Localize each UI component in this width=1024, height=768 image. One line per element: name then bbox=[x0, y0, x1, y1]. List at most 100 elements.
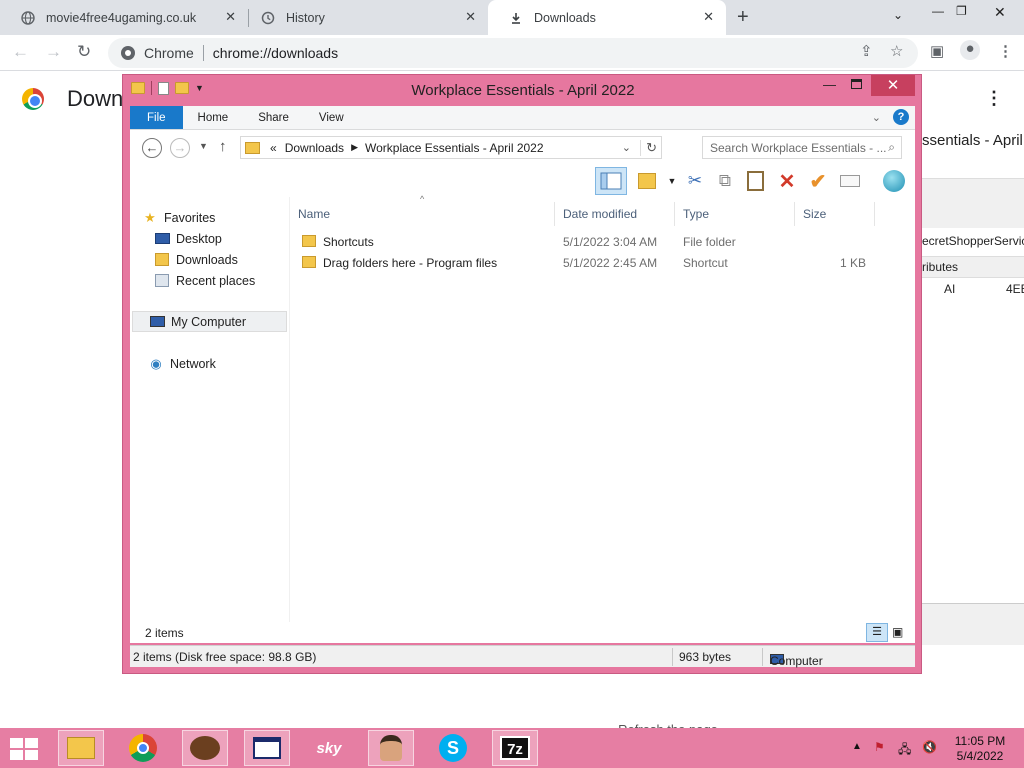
tab-view[interactable]: View bbox=[304, 106, 359, 129]
tab-title: movie4free4ugaming.co.uk bbox=[46, 10, 197, 25]
forward-button[interactable]: → bbox=[170, 138, 190, 158]
profile-avatar-icon[interactable]: ● bbox=[960, 40, 980, 60]
network-icon: ◉ bbox=[150, 355, 162, 371]
action-center-flag-icon[interactable]: ⚑ bbox=[874, 740, 885, 754]
breadcrumb-current[interactable]: Workplace Essentials - April 2022 bbox=[365, 141, 544, 155]
show-hidden-icons-icon[interactable]: ▲ bbox=[852, 741, 862, 752]
nav-my-computer[interactable]: My Computer bbox=[132, 311, 287, 332]
copy-icon[interactable]: ⧉ bbox=[713, 169, 737, 193]
network-tray-icon[interactable]: 🖧 bbox=[898, 740, 911, 761]
background-footer bbox=[922, 603, 1024, 645]
minimize-button[interactable]: — bbox=[823, 77, 836, 92]
volume-muted-icon[interactable]: 🔇 bbox=[922, 740, 937, 754]
browser-menu-icon[interactable]: ⋮ bbox=[998, 42, 1013, 60]
breadcrumb-separator-icon[interactable]: ▶ bbox=[351, 142, 358, 153]
breadcrumb-overflow[interactable]: « bbox=[270, 141, 277, 155]
paste-icon[interactable] bbox=[743, 169, 767, 193]
window-icon[interactable] bbox=[244, 730, 290, 766]
forward-icon[interactable]: → bbox=[45, 42, 62, 62]
desktop-icon bbox=[154, 232, 170, 246]
7zip-icon[interactable]: 7z bbox=[492, 730, 538, 766]
cut-icon[interactable]: ✂ bbox=[683, 169, 707, 193]
nav-desktop[interactable]: Desktop bbox=[154, 228, 312, 249]
chrome-icon[interactable] bbox=[120, 730, 166, 766]
reload-icon[interactable]: ↻ bbox=[77, 42, 91, 62]
restore-icon[interactable]: ❐ bbox=[956, 4, 967, 18]
side-panel-icon[interactable]: ▣ bbox=[930, 42, 944, 60]
tab-home[interactable]: Home bbox=[183, 106, 244, 129]
help-icon[interactable]: ? bbox=[893, 109, 909, 125]
breadcrumb-downloads[interactable]: Downloads bbox=[285, 141, 344, 155]
maximize-button[interactable] bbox=[851, 79, 862, 89]
nav-recent-places[interactable]: Recent places bbox=[154, 270, 312, 291]
recent-places-icon bbox=[154, 274, 170, 288]
sky-icon[interactable]: sky bbox=[306, 730, 352, 766]
large-icons-view-icon[interactable]: ▣ bbox=[892, 625, 903, 639]
search-box[interactable]: Search Workplace Essentials - ... ⌕ bbox=[702, 136, 902, 159]
nav-downloads[interactable]: Downloads bbox=[154, 249, 312, 270]
checkmark-icon[interactable]: ✔ bbox=[806, 169, 830, 193]
browser-tabstrip: movie4free4ugaming.co.uk ✕ History ✕ Dow… bbox=[0, 0, 1024, 35]
column-date-modified[interactable]: Date modified bbox=[555, 202, 675, 226]
preview-pane-icon[interactable] bbox=[595, 167, 627, 195]
close-button[interactable]: ✕ bbox=[871, 75, 915, 96]
close-window-icon[interactable]: ✕ bbox=[994, 4, 1006, 21]
file-type: File folder bbox=[683, 235, 736, 249]
nav-network[interactable]: ◉ Network bbox=[148, 353, 306, 374]
search-icon[interactable]: ⌕ bbox=[888, 140, 895, 155]
minimize-icon[interactable]: — bbox=[932, 4, 944, 18]
recent-locations-icon[interactable]: ▼ bbox=[199, 141, 208, 151]
tab-downloads[interactable]: Downloads ✕ bbox=[488, 0, 726, 35]
options-dropdown-icon[interactable]: ▼ bbox=[660, 169, 684, 193]
close-tab-icon[interactable]: ✕ bbox=[703, 9, 714, 25]
back-button[interactable]: ← bbox=[142, 138, 162, 158]
folder-icon bbox=[302, 235, 316, 247]
address-bar[interactable]: Chrome chrome://downloads bbox=[108, 38, 918, 68]
file-explorer-icon[interactable] bbox=[58, 730, 104, 766]
globe-network-icon[interactable] bbox=[882, 169, 906, 193]
share-icon[interactable]: ⇪ bbox=[860, 42, 873, 60]
system-clock[interactable]: 11:05 PM 5/4/2022 bbox=[940, 734, 1020, 764]
address-dropdown-icon[interactable]: ⌄ bbox=[622, 141, 631, 154]
close-tab-icon[interactable]: ✕ bbox=[225, 9, 236, 25]
tab-search-chevron-icon[interactable]: ⌄ bbox=[893, 8, 903, 22]
chrome-logo-icon bbox=[22, 88, 44, 110]
computer-icon bbox=[149, 315, 165, 329]
column-size[interactable]: Size bbox=[795, 202, 875, 226]
tab-movie4free[interactable]: movie4free4ugaming.co.uk ✕ bbox=[0, 0, 248, 35]
address-breadcrumb[interactable]: « Downloads ▶ Workplace Essentials - Apr… bbox=[240, 136, 662, 159]
background-cells: AI 4EB bbox=[922, 282, 1024, 304]
disk-free-space: 2 items (Disk free space: 98.8 GB) bbox=[133, 650, 317, 664]
selection-size: 963 bytes bbox=[679, 650, 732, 664]
details-view-icon[interactable]: ☰ bbox=[866, 623, 888, 642]
expand-ribbon-icon[interactable]: ⌄ bbox=[872, 111, 881, 124]
delete-icon[interactable]: ✕ bbox=[775, 169, 799, 193]
up-button[interactable]: ↑ bbox=[219, 138, 227, 155]
rename-icon[interactable] bbox=[838, 169, 862, 193]
file-row[interactable]: Shortcuts 5/1/2022 3:04 AM File folder bbox=[290, 232, 890, 253]
close-tab-icon[interactable]: ✕ bbox=[465, 9, 476, 25]
history-icon bbox=[260, 10, 276, 26]
column-name[interactable]: Name bbox=[290, 202, 555, 226]
person-icon[interactable] bbox=[368, 730, 414, 766]
file-row[interactable]: Drag folders here - Program files 5/1/20… bbox=[290, 253, 890, 274]
back-icon[interactable]: ← bbox=[12, 42, 29, 62]
bookmark-star-icon[interactable]: ☆ bbox=[890, 42, 903, 60]
tab-file[interactable]: File bbox=[130, 106, 183, 129]
nav-favorites[interactable]: ★ Favorites bbox=[142, 207, 300, 228]
folder-options-icon[interactable] bbox=[635, 169, 659, 193]
clock-time: 11:05 PM bbox=[954, 734, 1006, 748]
window-title: Workplace Essentials - April 2022 bbox=[411, 82, 635, 99]
column-type[interactable]: Type bbox=[675, 202, 795, 226]
command-toolbar: ▼ ✂ ⧉ ✕ ✔ bbox=[130, 166, 915, 197]
start-button[interactable] bbox=[10, 738, 38, 760]
tab-history[interactable]: History ✕ bbox=[240, 0, 488, 35]
skype-icon[interactable]: S bbox=[430, 730, 476, 766]
status-location-label: Computer bbox=[770, 654, 823, 668]
new-tab-button[interactable]: + bbox=[737, 6, 749, 29]
tab-share[interactable]: Share bbox=[243, 106, 304, 129]
background-row: ributes bbox=[922, 256, 1024, 278]
downloads-menu-icon[interactable]: ⋮ bbox=[985, 88, 1003, 109]
coffee-bean-icon[interactable] bbox=[182, 730, 228, 766]
refresh-icon[interactable]: ↻ bbox=[640, 139, 657, 156]
